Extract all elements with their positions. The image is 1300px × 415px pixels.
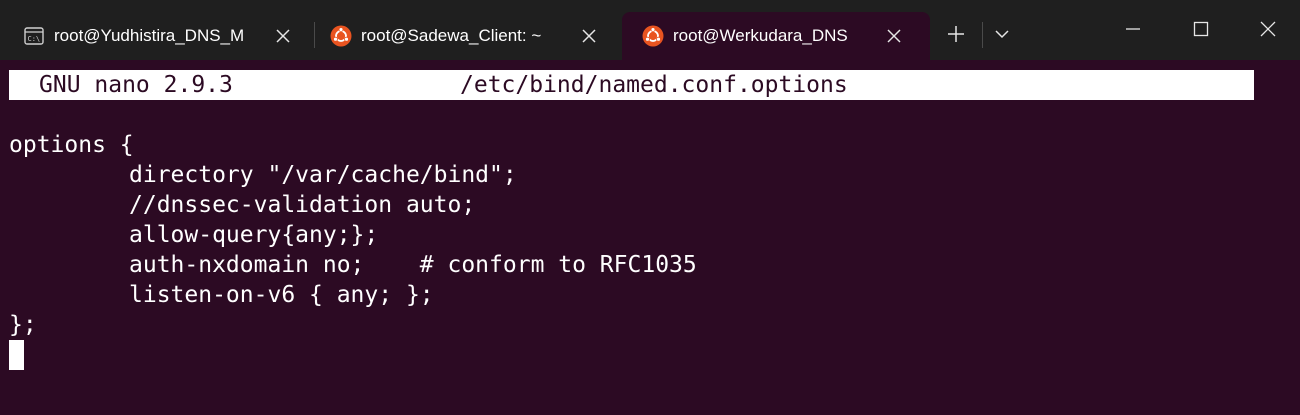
- code-text: //dnssec-validation auto;: [129, 192, 476, 218]
- tab-werkudara[interactable]: root@Werkudara_DNS: [622, 12, 930, 60]
- code-text: options {: [9, 132, 134, 158]
- code-line: };: [9, 310, 697, 340]
- ubuntu-icon: [330, 25, 352, 47]
- editor-buffer[interactable]: options { directory "/var/cache/bind"; //d…: [9, 130, 697, 340]
- close-tab-icon[interactable]: [580, 27, 598, 45]
- close-icon[interactable]: [1259, 20, 1277, 38]
- code-line: options {: [9, 130, 697, 160]
- nano-title-bar: GNU nano 2.9.3 /etc/bind/named.conf.opti…: [9, 70, 1254, 100]
- nano-version: GNU nano 2.9.3: [39, 72, 233, 98]
- tab-separator: [982, 22, 983, 48]
- code-text: directory "/var/cache/bind";: [129, 162, 517, 188]
- tab-yudhistira[interactable]: C:\ root@Yudhistira_DNS_M: [3, 12, 308, 60]
- new-tab-icon[interactable]: [946, 24, 966, 44]
- code-line: directory "/var/cache/bind";: [9, 160, 697, 190]
- ubuntu-icon: [642, 25, 664, 47]
- code-text: auth-nxdomain no; # conform to RFC1035: [129, 252, 697, 278]
- tab-title: root@Sadewa_Client: ~: [361, 26, 542, 45]
- maximize-icon[interactable]: [1192, 20, 1210, 38]
- tab-title: root@Yudhistira_DNS_M: [54, 26, 245, 45]
- minimize-icon[interactable]: [1124, 20, 1142, 38]
- nano-filename: /etc/bind/named.conf.options: [460, 72, 848, 98]
- tab-title: root@Werkudara_DNS: [673, 26, 848, 45]
- title-bar: C:\ root@Yudhistira_DNS_M root@Sadewa_Cl…: [0, 0, 1300, 60]
- code-line: auth-nxdomain no; # conform to RFC1035: [9, 250, 697, 280]
- code-text: listen-on-v6 { any; };: [129, 282, 434, 308]
- code-line: listen-on-v6 { any; };: [9, 280, 697, 310]
- tab-sadewa[interactable]: root@Sadewa_Client: ~: [310, 12, 618, 60]
- terminal-pane[interactable]: GNU nano 2.9.3 /etc/bind/named.conf.opti…: [0, 60, 1300, 415]
- dropdown-chevron-icon[interactable]: [994, 27, 1010, 41]
- code-text: };: [9, 312, 37, 338]
- code-line: //dnssec-validation auto;: [9, 190, 697, 220]
- close-tab-icon[interactable]: [274, 27, 292, 45]
- text-cursor: [9, 340, 24, 370]
- svg-text:C:\: C:\: [28, 35, 41, 43]
- code-line: allow-query{any;};: [9, 220, 697, 250]
- code-text: allow-query{any;};: [129, 222, 379, 248]
- command-prompt-icon: C:\: [24, 27, 44, 45]
- close-tab-icon[interactable]: [885, 27, 903, 45]
